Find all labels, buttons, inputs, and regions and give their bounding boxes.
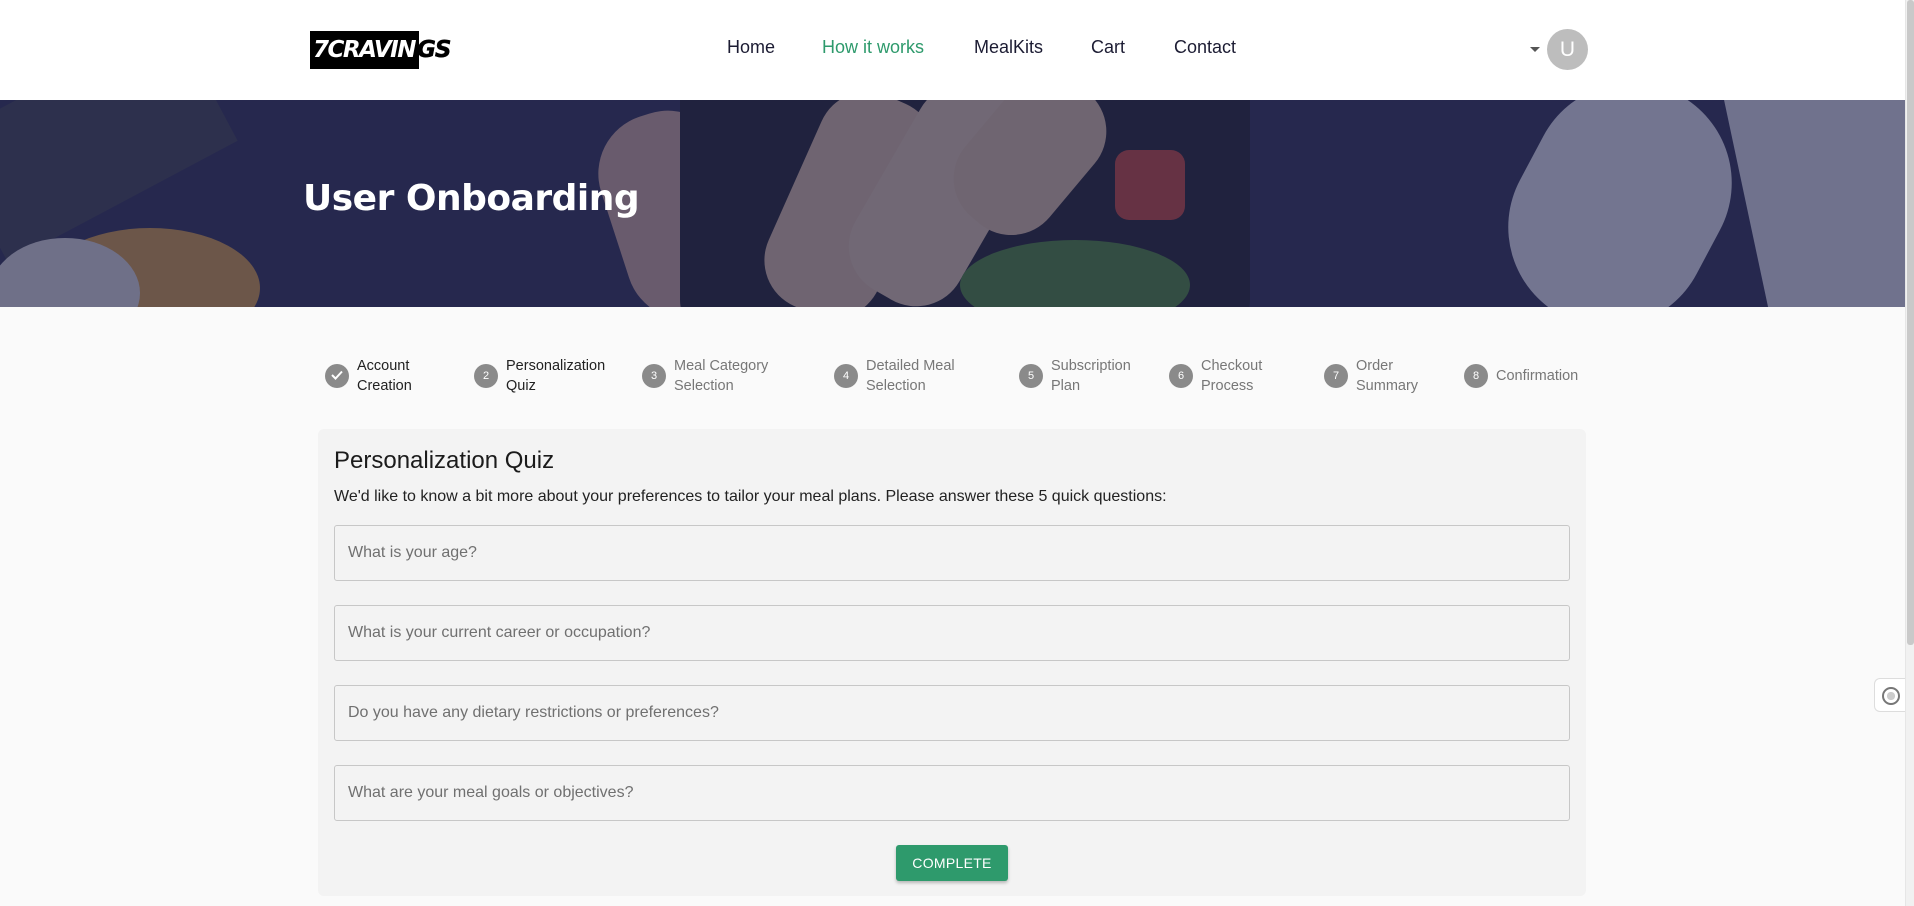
hero-banner: User Onboarding <box>0 100 1914 307</box>
quiz-intro: We'd like to know a bit more about your … <box>334 488 1167 505</box>
step-label: Confirmation <box>1496 368 1579 384</box>
goals-field-wrapper <box>334 765 1570 821</box>
nav-cart[interactable]: Cart <box>1091 37 1125 58</box>
step-label: Account Creation <box>357 358 412 394</box>
user-avatar[interactable]: U <box>1547 29 1588 70</box>
hero-overlay <box>0 100 1914 307</box>
dietary-restrictions-input[interactable] <box>335 686 1569 740</box>
age-input[interactable] <box>335 526 1569 580</box>
step-number: 6 <box>1169 364 1193 388</box>
meal-goals-input[interactable] <box>335 766 1569 820</box>
side-widget[interactable] <box>1874 678 1906 712</box>
nav-how-it-works[interactable]: How it works <box>822 37 924 58</box>
widget-icon <box>1882 687 1900 705</box>
step-detailed-meal-selection[interactable]: 4 Detailed Meal Selection <box>834 356 955 396</box>
step-number: 4 <box>834 364 858 388</box>
dietary-field-wrapper <box>334 685 1570 741</box>
step-label: Meal Category Selection <box>674 358 769 394</box>
check-icon <box>325 364 349 388</box>
nav-contact[interactable]: Contact <box>1174 37 1236 58</box>
nav-home[interactable]: Home <box>727 37 775 58</box>
site-header: 7CRAVIN GS Home How it works MealKits Ca… <box>0 0 1914 100</box>
caret-down-icon[interactable] <box>1530 47 1540 52</box>
step-number: 5 <box>1019 364 1043 388</box>
step-number: 7 <box>1324 364 1348 388</box>
step-subscription-plan[interactable]: 5 Subscription Plan <box>1019 356 1131 396</box>
occupation-field-wrapper <box>334 605 1570 661</box>
main-nav: Home How it works MealKits Cart Contact <box>0 37 1914 61</box>
step-personalization-quiz[interactable]: 2 Personalization Quiz <box>474 356 605 396</box>
step-label: Checkout Process <box>1201 358 1263 394</box>
step-label: Subscription Plan <box>1051 358 1131 394</box>
nav-mealkits[interactable]: MealKits <box>974 37 1043 58</box>
occupation-input[interactable] <box>335 606 1569 660</box>
quiz-title: Personalization Quiz <box>334 447 555 474</box>
step-order-summary[interactable]: 7 Order Summary <box>1324 356 1418 396</box>
page-scrollbar[interactable] <box>1905 0 1914 906</box>
step-account-creation[interactable]: Account Creation <box>325 356 412 396</box>
step-confirmation[interactable]: 8 Confirmation <box>1464 364 1579 388</box>
step-label: Detailed Meal Selection <box>866 358 955 394</box>
step-label: Order Summary <box>1356 358 1419 394</box>
quiz-card: Personalization Quiz We'd like to know a… <box>318 429 1586 896</box>
step-number: 2 <box>474 364 498 388</box>
step-number: 3 <box>642 364 666 388</box>
step-label: Personalization Quiz <box>506 358 606 394</box>
scrollbar-thumb[interactable] <box>1907 0 1914 645</box>
step-checkout-process[interactable]: 6 Checkout Process <box>1169 356 1262 396</box>
complete-button[interactable]: COMPLETE <box>896 845 1008 881</box>
step-number: 8 <box>1464 364 1488 388</box>
step-meal-category-selection[interactable]: 3 Meal Category Selection <box>642 356 768 396</box>
page-title: User Onboarding <box>303 178 640 219</box>
age-field-wrapper <box>334 525 1570 581</box>
